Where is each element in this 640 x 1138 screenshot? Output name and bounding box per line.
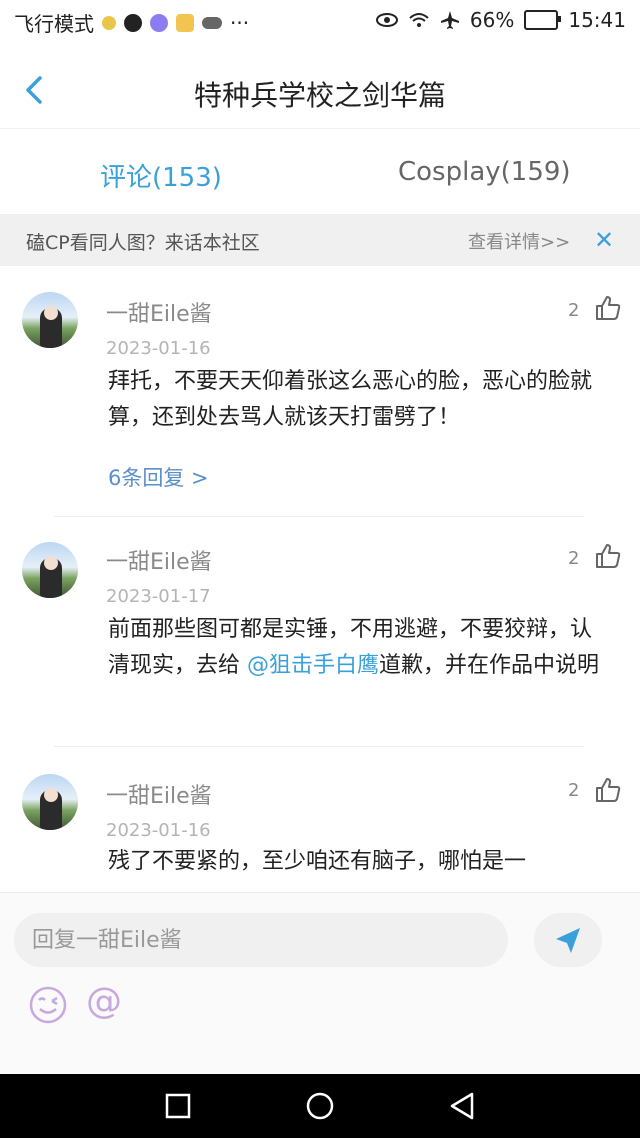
status-mode-text: 飞行模式	[14, 12, 94, 36]
comment-date: 2023-01-17	[106, 586, 211, 607]
thumbs-up-icon[interactable]	[594, 776, 622, 804]
mention-link[interactable]: @狙击手白鹰	[247, 653, 379, 678]
battery-percent: 66%	[469, 8, 515, 32]
comment-text-part: 道歉，并在作品中说明	[379, 653, 600, 678]
status-right: 66% 15:41	[375, 8, 626, 32]
status-time: 15:41	[568, 8, 626, 32]
comment-item: 一甜Eile酱 2023-01-16 2 残了不要紧的，至少咱还有脑子，哪怕是一	[0, 746, 640, 892]
notes-icon	[176, 13, 194, 32]
comment-username[interactable]: 一甜Eile酱	[106, 544, 212, 576]
status-bar: 飞行模式 ··· 66% 15:41	[0, 0, 640, 44]
system-nav-bar	[0, 1074, 640, 1138]
promo-banner: 磕CP看同人图？来话本社区 查看详情>> ✕	[0, 214, 640, 266]
tab-bar: 评论(153) Cosplay(159)	[0, 128, 640, 213]
banner-details-link[interactable]: 查看详情>>	[468, 228, 570, 254]
avatar[interactable]	[22, 774, 78, 830]
avatar[interactable]	[22, 542, 78, 598]
send-icon	[556, 928, 580, 953]
reply-input[interactable]	[14, 913, 508, 967]
comment-text: 前面那些图可都是实锤，不用逃避，不要狡辩，认清现实，去给 @狙击手白鹰道歉，并在…	[108, 612, 608, 684]
eye-icon	[375, 13, 398, 27]
replies-link[interactable]: 6条回复 >	[108, 462, 209, 492]
page-title: 特种兵学校之剑华篇	[193, 79, 446, 112]
thumbs-up-icon[interactable]	[594, 542, 622, 570]
close-icon[interactable]: ✕	[594, 226, 614, 254]
send-button[interactable]	[534, 913, 602, 967]
tab-cosplay[interactable]: Cosplay(159)	[398, 157, 571, 187]
recent-apps-icon[interactable]	[164, 1092, 192, 1120]
status-left: 飞行模式 ···	[14, 8, 249, 37]
cloud-icon	[202, 16, 222, 29]
wifi-icon	[409, 13, 429, 27]
emoji-icon[interactable]	[28, 985, 68, 1025]
comment-text: 残了不要紧的，至少咱还有脑子，哪怕是一	[108, 849, 527, 874]
thumbs-up-icon[interactable]	[594, 294, 622, 322]
back-icon[interactable]	[448, 1092, 476, 1120]
comment-text: 拜托，不要天天仰着张这么恶心的脸，恶心的脸就算，还到处去骂人就该天打雷劈了！	[108, 369, 593, 430]
comment-username[interactable]: 一甜Eile酱	[106, 296, 212, 328]
comment-date: 2023-01-16	[106, 338, 211, 359]
tiktok-icon	[124, 13, 142, 32]
like-count: 2	[568, 548, 580, 569]
notification-icon	[102, 15, 116, 30]
avatar[interactable]	[22, 292, 78, 348]
banner-text: 磕CP看同人图？来话本社区	[26, 232, 260, 254]
home-icon[interactable]	[306, 1092, 334, 1120]
tab-comments[interactable]: 评论(153)	[100, 157, 222, 194]
comment-date: 2023-01-16	[106, 820, 211, 841]
airplane-icon	[440, 11, 459, 29]
battery-icon	[524, 10, 562, 30]
music-icon	[150, 13, 168, 32]
mention-icon[interactable]: @	[86, 981, 122, 1022]
comment-item: 一甜Eile酱 2023-01-17 2 前面那些图可都是实锤，不用逃避，不要狡…	[0, 516, 640, 746]
like-count: 2	[568, 780, 580, 801]
header: 特种兵学校之剑华篇	[0, 44, 640, 128]
comment-item: 一甜Eile酱 2023-01-16 2 拜托，不要天天仰着张这么恶心的脸，恶心…	[0, 266, 640, 516]
status-more: ···	[230, 10, 250, 35]
comment-username[interactable]: 一甜Eile酱	[106, 778, 212, 810]
like-count: 2	[568, 300, 580, 321]
reply-bar: @	[0, 892, 640, 1075]
